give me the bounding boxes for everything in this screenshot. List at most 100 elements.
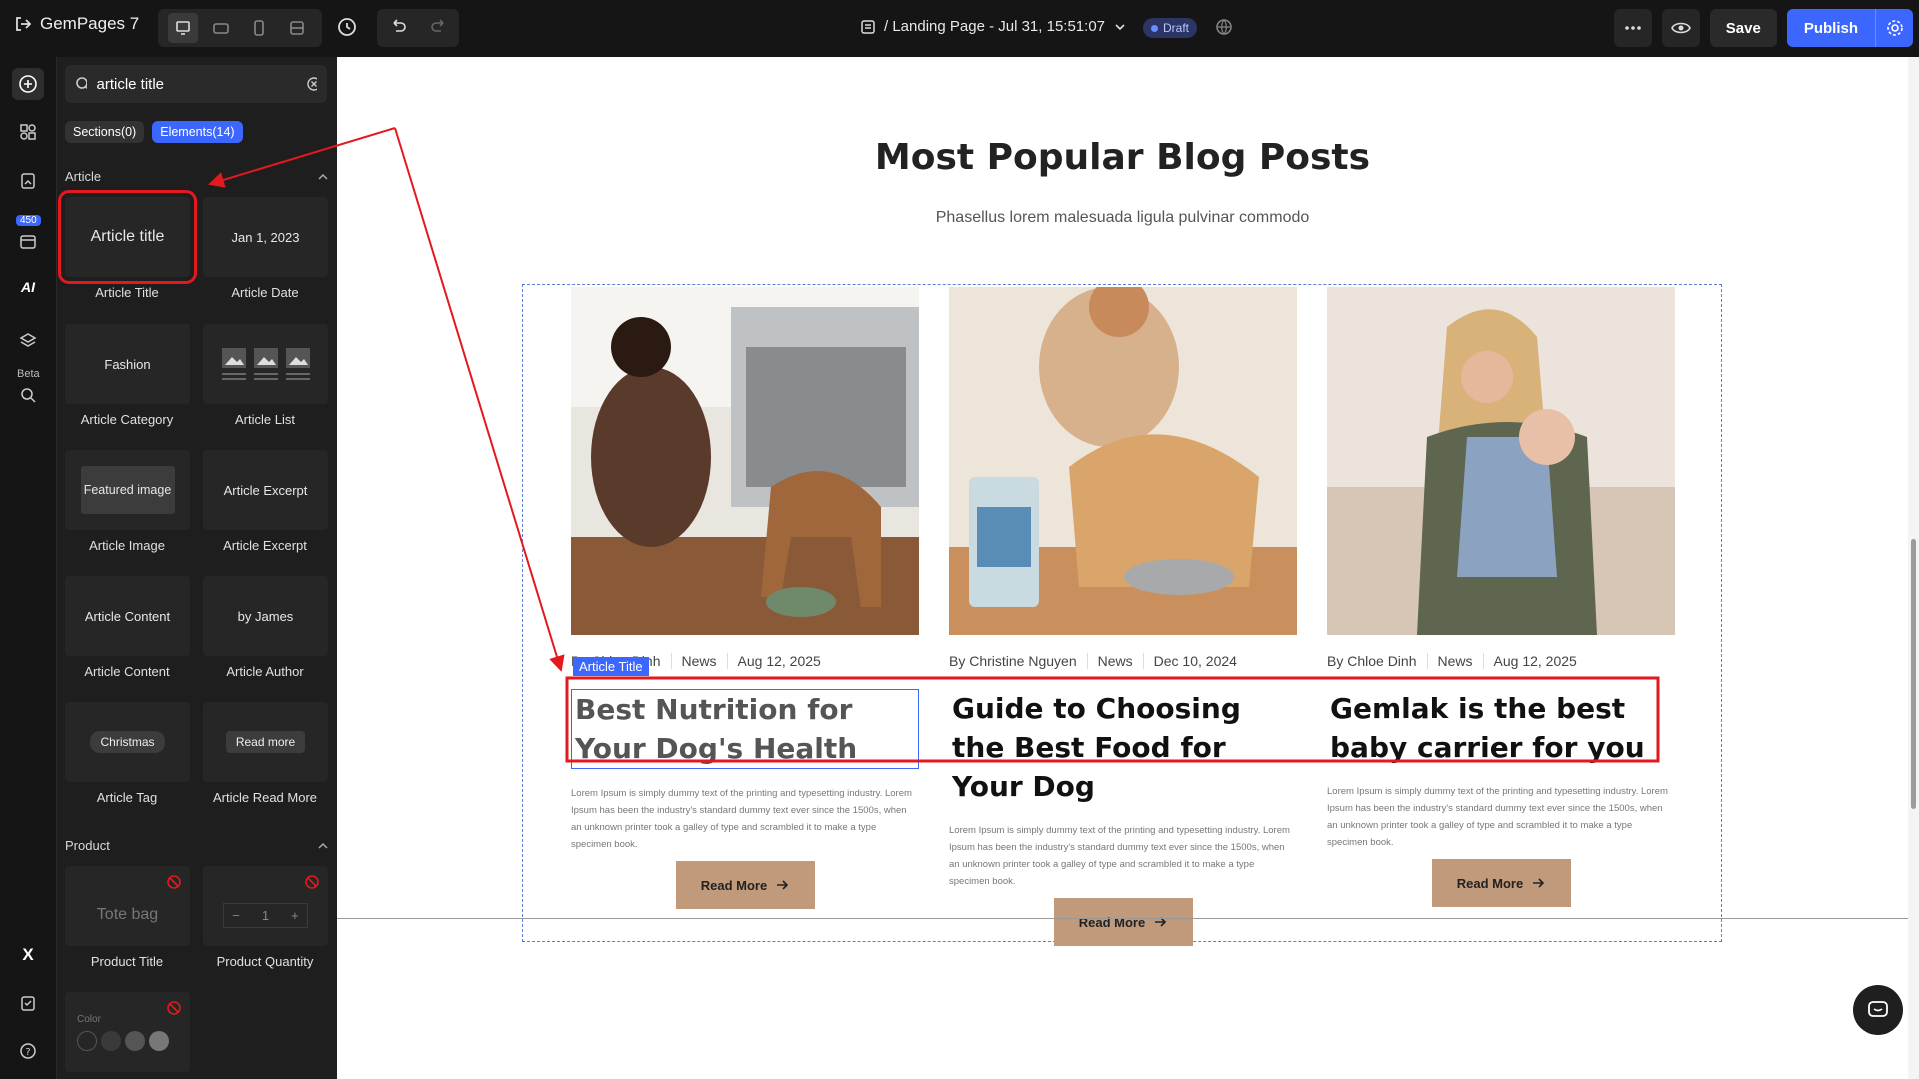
sync-icon[interactable] — [1214, 17, 1234, 42]
chat-icon[interactable] — [1853, 985, 1903, 1035]
post-title[interactable]: Gemlak is the best baby carrier for you — [1327, 689, 1675, 767]
pages-icon[interactable] — [12, 165, 44, 197]
layout-icon[interactable] — [282, 13, 312, 43]
post-date[interactable]: Dec 10, 2024 — [1144, 653, 1247, 669]
product-title-preview: Tote bag — [96, 906, 159, 923]
post-date[interactable]: Aug 12, 2025 — [1484, 653, 1587, 669]
app-brand[interactable]: GemPages 7 — [14, 14, 139, 34]
exit-icon[interactable] — [14, 15, 32, 33]
disabled-icon — [167, 875, 181, 889]
article-date-preview: Jan 1, 2023 — [231, 229, 300, 245]
ai-icon[interactable]: AI — [12, 271, 44, 303]
article-excerpt-card[interactable]: Article Excerpt — [203, 450, 328, 530]
page-selector[interactable]: / Landing Page - Jul 31, 15:51:07 — [860, 18, 1127, 35]
blog-post-card[interactable]: By Chloe Dinh News Aug 12, 2025 Best Nut… — [571, 287, 919, 909]
search-icon — [76, 77, 87, 89]
post-meta: By Chloe Dinh News Aug 12, 2025 — [1327, 647, 1675, 675]
clipboard-icon[interactable] — [12, 987, 44, 1019]
elements-chip[interactable]: Elements(14) — [152, 121, 243, 143]
article-tag-card[interactable]: Christmas — [65, 702, 190, 782]
publish-group: Publish — [1786, 9, 1913, 47]
x-icon[interactable]: X — [12, 939, 44, 971]
article-category-preview: Fashion — [104, 356, 151, 372]
publish-button[interactable]: Publish — [1786, 9, 1875, 47]
status-dot — [1151, 24, 1158, 32]
article-content-preview: Article Content — [84, 608, 171, 624]
canvas-scrollbar[interactable] — [1908, 57, 1919, 1079]
post-title[interactable]: Best Nutrition for Your Dog's Health — [571, 689, 919, 769]
post-meta: By Christine Nguyen News Dec 10, 2024 — [949, 647, 1297, 675]
sections-chip[interactable]: Sections(0) — [65, 121, 145, 143]
article-list-label: Article List — [235, 412, 295, 427]
status-label: Draft — [1163, 21, 1190, 35]
undo-icon[interactable] — [389, 17, 407, 40]
article-group-header[interactable]: Article — [65, 169, 329, 184]
page-name-label: / Landing Page - Jul 31, 15:51:07 — [884, 18, 1106, 35]
post-image[interactable] — [571, 287, 919, 635]
article-image-card[interactable]: Featured image — [65, 450, 190, 530]
article-content-card[interactable]: Article Content — [65, 576, 190, 656]
save-button[interactable]: Save — [1709, 9, 1777, 47]
redo-icon[interactable] — [430, 17, 448, 40]
article-title-card[interactable]: Article title — [58, 190, 197, 284]
article-author-card[interactable]: by James — [203, 576, 328, 656]
article-read-more-card[interactable]: Read more — [203, 702, 328, 782]
editor-canvas[interactable]: Most Popular Blog Posts Phasellus lorem … — [337, 57, 1919, 1079]
product-title-card[interactable]: Tote bag — [65, 866, 190, 946]
toolbar-actions: Save Publish — [1613, 9, 1919, 47]
article-tag-preview: Christmas — [90, 731, 165, 753]
preview-eye-icon[interactable] — [1661, 9, 1700, 47]
chevron-up-icon[interactable] — [317, 171, 329, 183]
post-image[interactable] — [1327, 287, 1675, 635]
article-date-card[interactable]: Jan 1, 2023 — [203, 197, 328, 277]
more-icon[interactable] — [1613, 9, 1652, 47]
beta-feature-icon[interactable] — [12, 379, 44, 411]
search-box[interactable] — [65, 65, 327, 103]
post-category[interactable]: News — [1428, 653, 1484, 669]
article-list-card[interactable] — [203, 324, 328, 404]
chevron-up-icon[interactable] — [317, 840, 329, 852]
add-element-icon[interactable] — [12, 68, 44, 100]
read-more-button[interactable]: Read More — [1431, 859, 1571, 907]
disabled-icon — [167, 1001, 181, 1015]
arrow-right-icon — [777, 880, 789, 890]
product-variant-card[interactable]: Color — [65, 992, 190, 1072]
post-excerpt[interactable]: Lorem Ipsum is simply dummy text of the … — [1327, 783, 1675, 851]
quantity-value: 1 — [261, 907, 270, 923]
post-date[interactable]: Aug 12, 2025 — [728, 653, 831, 669]
read-more-label: Read More — [700, 877, 768, 893]
read-more-button[interactable]: Read More — [1053, 898, 1193, 946]
apps-icon[interactable] — [12, 116, 44, 148]
blog-section-heading[interactable]: Most Popular Blog Posts — [337, 137, 1908, 178]
help-icon[interactable]: ? — [12, 1035, 44, 1067]
page-icon — [861, 19, 875, 34]
tablet-landscape-icon[interactable] — [206, 13, 236, 43]
post-excerpt[interactable]: Lorem Ipsum is simply dummy text of the … — [571, 785, 919, 853]
featured-image-preview: Featured image — [80, 466, 175, 514]
image-list-icon — [221, 348, 310, 380]
post-category[interactable]: News — [672, 653, 728, 669]
publish-settings-gear-icon[interactable] — [1875, 9, 1913, 47]
search-input[interactable] — [96, 75, 296, 93]
history-icon[interactable] — [334, 14, 360, 45]
desktop-icon[interactable] — [168, 13, 198, 43]
post-image[interactable] — [949, 287, 1297, 635]
blog-section-subtitle[interactable]: Phasellus lorem malesuada ligula pulvina… — [337, 209, 1908, 227]
post-author[interactable]: By Chloe Dinh — [1327, 653, 1428, 669]
mobile-icon[interactable] — [244, 13, 274, 43]
post-excerpt[interactable]: Lorem Ipsum is simply dummy text of the … — [949, 822, 1297, 890]
scroll-thumb[interactable] — [1911, 539, 1916, 809]
post-title[interactable]: Guide to Choosing the Best Food for Your… — [949, 689, 1297, 806]
read-more-button[interactable]: Read More — [675, 861, 815, 909]
product-group-header[interactable]: Product — [65, 838, 329, 853]
product-quantity-card[interactable]: − 1 + — [203, 866, 328, 946]
post-author[interactable]: By Christine Nguyen — [949, 653, 1088, 669]
article-content-label: Article Content — [84, 664, 170, 679]
clear-search-icon[interactable] — [306, 76, 318, 92]
templates-icon[interactable] — [12, 226, 44, 258]
layers-icon[interactable] — [12, 325, 44, 357]
post-category[interactable]: News — [1088, 653, 1144, 669]
blog-post-card[interactable]: By Christine Nguyen News Dec 10, 2024 Gu… — [949, 287, 1297, 946]
article-category-card[interactable]: Fashion — [65, 324, 190, 404]
blog-post-card[interactable]: By Chloe Dinh News Aug 12, 2025 Gemlak i… — [1327, 287, 1675, 907]
